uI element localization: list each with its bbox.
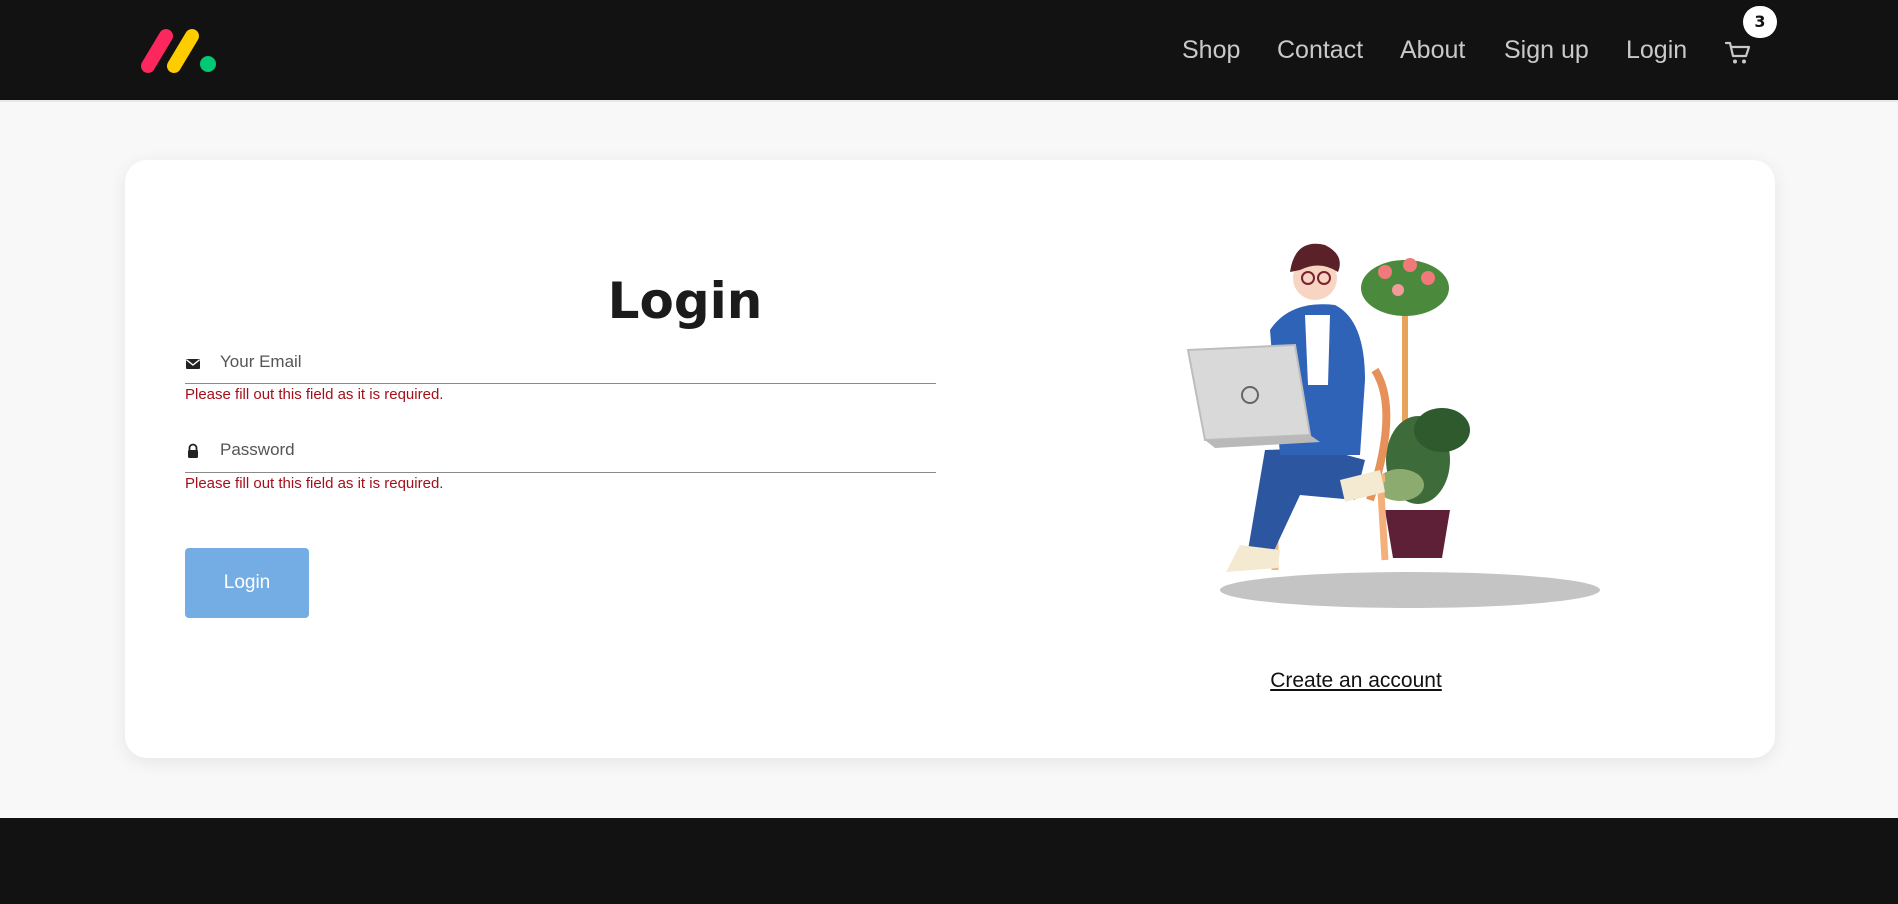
footer bbox=[0, 818, 1898, 904]
nav-shop[interactable]: Shop bbox=[1182, 36, 1240, 65]
nav-signup[interactable]: Sign up bbox=[1504, 36, 1589, 65]
email-error: Please fill out this field as it is requ… bbox=[185, 386, 444, 403]
login-submit-button[interactable]: Login bbox=[185, 548, 309, 618]
nav-contact[interactable]: Contact bbox=[1277, 36, 1363, 65]
top-navbar: Shop Contact About Sign up Login 3 bbox=[0, 0, 1898, 100]
password-field[interactable] bbox=[220, 438, 920, 462]
email-underline bbox=[185, 383, 936, 384]
create-account-link[interactable]: Create an account bbox=[1246, 669, 1466, 693]
person-with-laptop-illustration bbox=[1186, 243, 1600, 608]
cart-icon[interactable] bbox=[1724, 40, 1752, 66]
nav-login[interactable]: Login bbox=[1626, 36, 1687, 65]
nav-about[interactable]: About bbox=[1400, 36, 1465, 65]
password-underline bbox=[185, 472, 936, 473]
email-field[interactable] bbox=[220, 350, 920, 374]
login-title: Login bbox=[607, 272, 763, 330]
password-error: Please fill out this field as it is requ… bbox=[185, 475, 444, 492]
cart-count-badge: 3 bbox=[1743, 6, 1777, 38]
lock-icon bbox=[188, 443, 198, 458]
login-card: Login Please fill out this field as it i… bbox=[125, 160, 1775, 758]
header-divider bbox=[0, 100, 1898, 102]
envelope-icon bbox=[186, 359, 200, 369]
brand-logo[interactable] bbox=[138, 26, 220, 76]
